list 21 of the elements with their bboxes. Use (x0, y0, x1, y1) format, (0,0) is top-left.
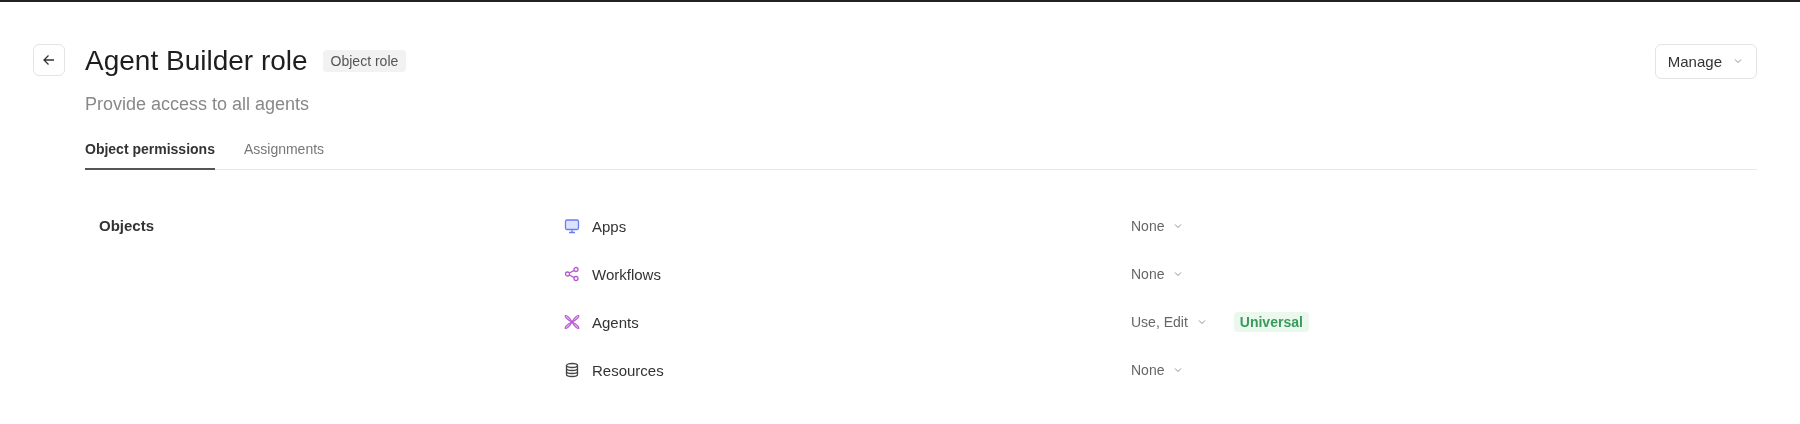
monitor-icon (564, 218, 580, 234)
share-icon (564, 266, 580, 282)
manage-button[interactable]: Manage (1654, 43, 1757, 79)
role-tag: Object role (322, 50, 407, 72)
access-dropdown[interactable]: None (1131, 266, 1185, 282)
scope-badge: Universal (1233, 312, 1309, 332)
access-dropdown[interactable]: Use, Edit (1131, 314, 1208, 330)
object-name: Resources (592, 361, 664, 379)
object-name: Workflows (592, 265, 661, 283)
object-name: Agents (592, 313, 639, 331)
flower-icon (564, 314, 580, 330)
section-heading: Objects (98, 217, 156, 236)
tab[interactable]: Object permissions (85, 141, 215, 170)
database-icon (564, 362, 580, 378)
object-name: Apps (592, 217, 627, 235)
page-subtitle: Provide access to all agents (85, 94, 311, 115)
back-button[interactable] (33, 44, 65, 76)
access-dropdown[interactable]: None (1131, 362, 1185, 378)
page-title: Agent Builder role (85, 45, 308, 77)
tab[interactable]: Assignments (243, 141, 325, 170)
access-dropdown[interactable]: None (1131, 218, 1185, 234)
